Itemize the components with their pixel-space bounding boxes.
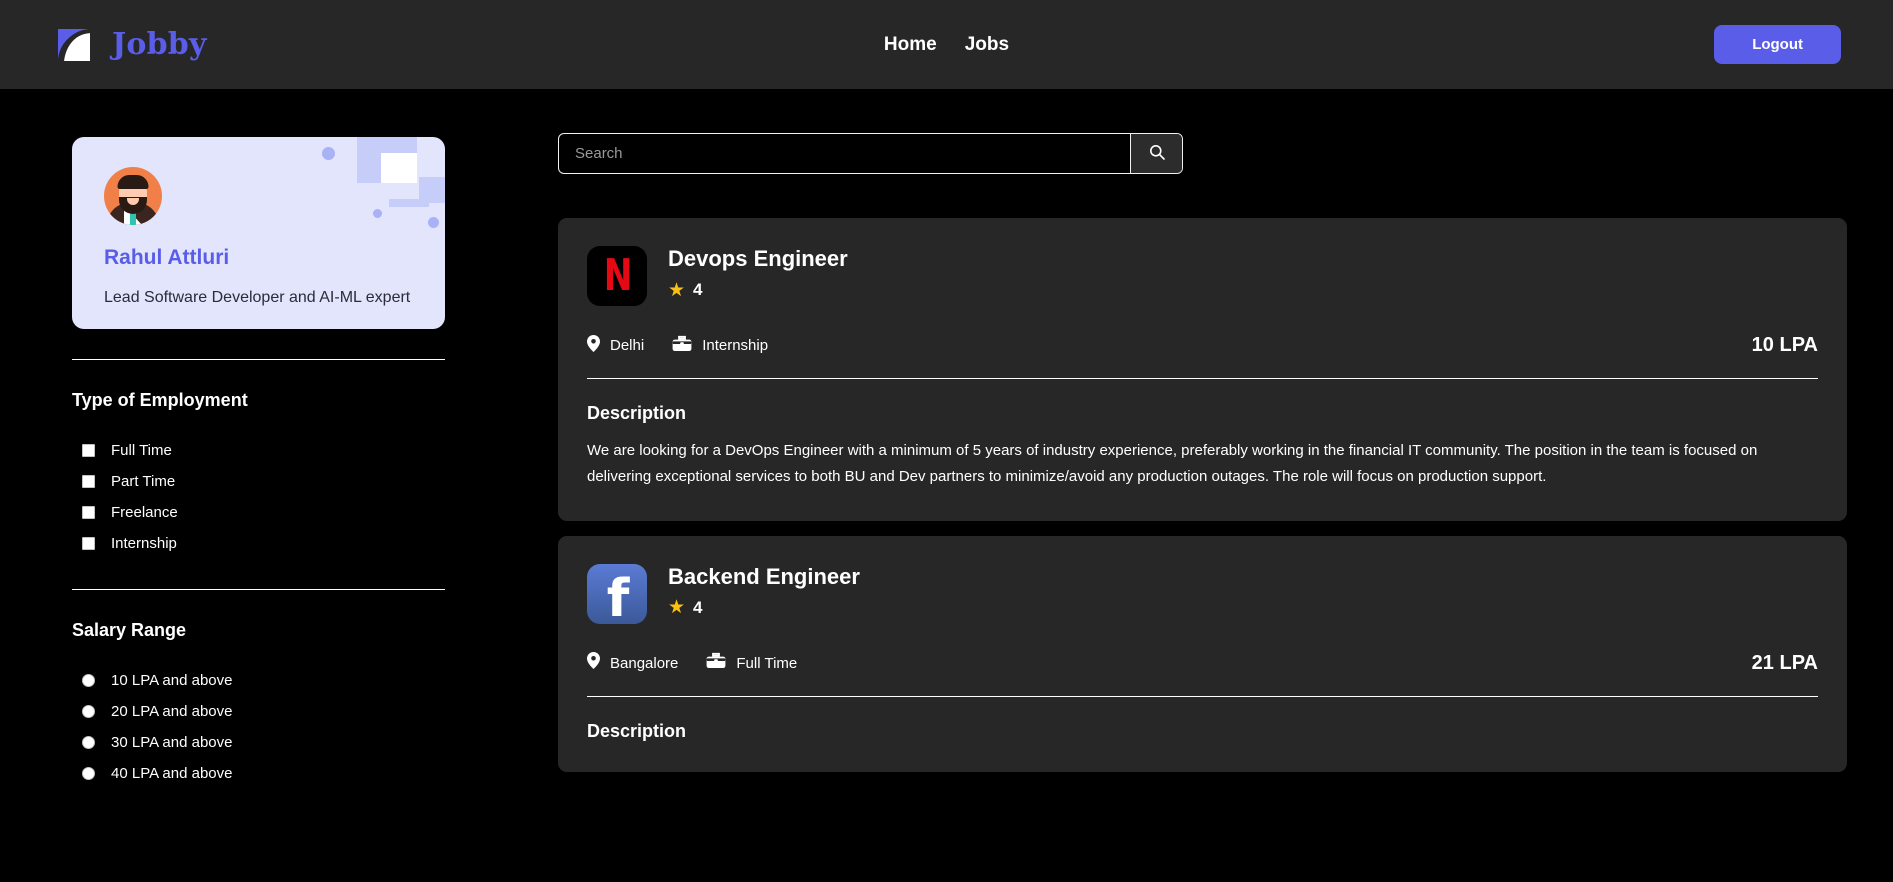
job-rating: ★ 4: [668, 280, 848, 300]
checkbox-icon[interactable]: [82, 537, 95, 550]
filter-label: 40 LPA and above: [111, 765, 233, 782]
filter-option-30-lpa[interactable]: 30 LPA and above: [72, 727, 445, 758]
decor-dot: [373, 209, 382, 218]
star-icon: ★: [668, 597, 686, 618]
brand[interactable]: Jobby: [52, 23, 207, 67]
brand-name: Jobby: [112, 27, 207, 62]
job-rating: ★ 4: [668, 598, 860, 618]
job-location: Bangalore: [587, 652, 678, 674]
decor-dot: [428, 217, 439, 228]
job-card[interactable]: f Backend Engineer ★ 4 Bangalore Full Ti…: [558, 535, 1847, 772]
decor-square: [357, 137, 417, 183]
decor-bar: [389, 199, 429, 207]
employment-filter-title: Type of Employment: [72, 390, 248, 410]
card-divider: [587, 378, 1818, 379]
decor-dot: [322, 147, 335, 160]
main-layout: Rahul Attluri Lead Software Developer an…: [0, 89, 1893, 882]
content-area: N Devops Engineer ★ 4: [500, 89, 1893, 882]
job-employment-type: Internship: [672, 335, 768, 357]
job-meta: Bangalore Full Time 21 LPA: [587, 652, 1818, 675]
nav-home[interactable]: Home: [884, 34, 937, 56]
radio-icon[interactable]: [82, 705, 95, 718]
main-nav: Home Jobs: [884, 34, 1009, 56]
netflix-logo-icon: N: [587, 246, 647, 306]
jobs-list: N Devops Engineer ★ 4 Delhi Internship 1…: [558, 218, 1847, 772]
location-pin-icon: [587, 652, 600, 674]
filter-option-full-time[interactable]: Full Time: [72, 435, 445, 466]
jobby-logo-icon: [52, 23, 96, 67]
employment-type-text: Internship: [702, 337, 769, 354]
job-header: N Devops Engineer ★ 4: [587, 246, 1818, 306]
app-header: Jobby Home Jobs Logout: [0, 0, 1893, 89]
nav-jobs[interactable]: Jobs: [965, 34, 1009, 56]
star-icon: ★: [668, 279, 686, 301]
description-title: Description: [587, 720, 687, 741]
sidebar-divider-2: [72, 589, 445, 590]
logout-button[interactable]: Logout: [1714, 25, 1841, 64]
radio-icon[interactable]: [82, 674, 95, 687]
filter-label: Freelance: [111, 504, 178, 521]
job-salary: 21 LPA: [1751, 651, 1818, 674]
search-icon: [1149, 144, 1165, 163]
employment-filter-list: Full Time Part Time Freelance Internship: [72, 435, 445, 559]
filter-option-10-lpa[interactable]: 10 LPA and above: [72, 665, 445, 696]
filter-label: Internship: [111, 535, 177, 552]
job-title: Devops Engineer: [668, 246, 848, 271]
rating-value: 4: [693, 597, 703, 617]
job-meta: Delhi Internship 10 LPA: [587, 334, 1818, 357]
filter-label: Part Time: [111, 473, 176, 490]
location-pin-icon: [587, 334, 600, 357]
job-header: f Backend Engineer ★ 4: [587, 563, 1818, 624]
filter-label: 20 LPA and above: [111, 703, 233, 720]
briefcase-icon: [672, 335, 692, 357]
card-divider: [587, 695, 1818, 697]
filter-option-internship[interactable]: Internship: [72, 528, 445, 559]
filter-option-20-lpa[interactable]: 20 LPA and above: [72, 696, 445, 727]
checkbox-icon[interactable]: [82, 444, 95, 457]
profile-name: Rahul Attluri: [104, 246, 230, 269]
job-employment-type: Full Time: [706, 652, 797, 674]
filter-option-freelance[interactable]: Freelance: [72, 497, 445, 528]
sidebar-divider-1: [72, 359, 445, 360]
facebook-logo-icon: f: [587, 563, 647, 624]
employment-type-text: Full Time: [736, 654, 798, 672]
profile-card: Rahul Attluri Lead Software Developer an…: [72, 137, 445, 329]
filter-option-40-lpa[interactable]: 40 LPA and above: [72, 758, 445, 789]
salary-filter-list: 10 LPA and above 20 LPA and above 30 LPA…: [72, 665, 445, 789]
filter-label: 10 LPA and above: [111, 672, 233, 689]
description-text: We are looking for a DevOps Engineer wit…: [587, 442, 1758, 486]
filter-label: 30 LPA and above: [111, 734, 233, 751]
job-salary: 10 LPA: [1751, 334, 1818, 356]
location-text: Bangalore: [610, 654, 679, 672]
location-text: Delhi: [610, 337, 645, 354]
briefcase-icon: [706, 652, 726, 674]
checkbox-icon[interactable]: [82, 475, 95, 488]
search-input[interactable]: [559, 134, 1130, 173]
checkbox-icon[interactable]: [82, 506, 95, 519]
salary-filter-title: Salary Range: [72, 620, 187, 640]
radio-icon[interactable]: [82, 767, 95, 780]
job-card[interactable]: N Devops Engineer ★ 4 Delhi Internship 1…: [558, 218, 1847, 521]
rating-value: 4: [693, 280, 703, 299]
job-location: Delhi: [587, 334, 645, 357]
job-title: Backend Engineer: [668, 563, 860, 589]
filter-label: Full Time: [111, 442, 172, 459]
profile-bio: Lead Software Developer and AI-ML expert: [104, 289, 411, 306]
radio-icon[interactable]: [82, 736, 95, 749]
decor-square: [419, 177, 445, 203]
search-bar: [558, 133, 1183, 174]
avatar: [104, 167, 162, 225]
decor-square: [381, 153, 417, 183]
search-button[interactable]: [1130, 134, 1182, 173]
sidebar: Rahul Attluri Lead Software Developer an…: [0, 89, 500, 882]
description-title: Description: [587, 403, 687, 423]
filter-option-part-time[interactable]: Part Time: [72, 466, 445, 497]
